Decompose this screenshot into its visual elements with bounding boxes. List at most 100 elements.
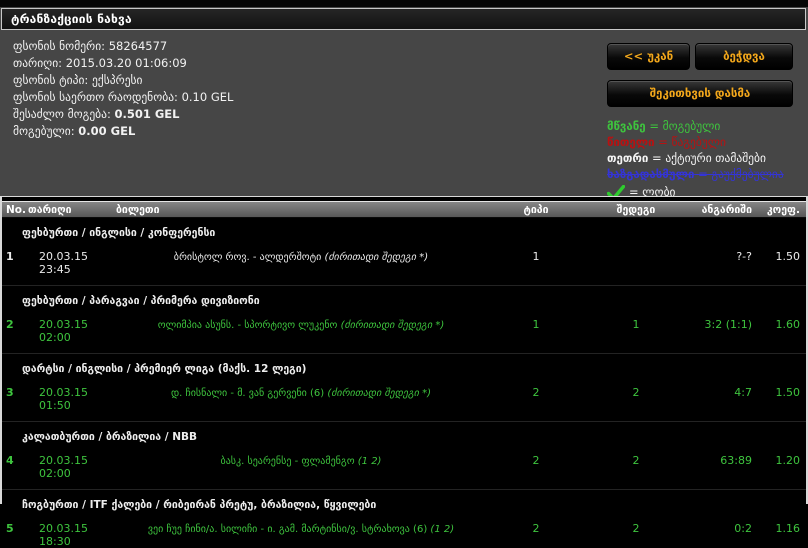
row-score: 63:89 xyxy=(720,454,752,467)
row-date: 20.03.15 23:45 xyxy=(39,250,88,276)
legend-cancelled-key: ხაზგადასმული xyxy=(607,167,695,181)
row-no: 2 xyxy=(6,318,14,331)
row-result: 2 xyxy=(632,454,640,467)
row-type: 1 xyxy=(532,318,540,331)
table-row: 3 20.03.15 01:50 დ. ჩისნალი - მ. ვან გერ… xyxy=(2,386,806,412)
bets-table: No. თარიღი ბილეთი ტიპი შედეგი ანგარიში კ… xyxy=(0,196,808,548)
table-row: 2 20.03.15 02:00 ოლიმპია ასუნს. - სპორტი… xyxy=(2,318,806,344)
legend-lost: წითელი = წაგებული xyxy=(607,134,793,150)
row-coef: 1.20 xyxy=(775,454,801,467)
row-result: 2 xyxy=(632,522,640,535)
row-no: 4 xyxy=(6,454,14,467)
possible-win-label: შესაძლო მოგება: xyxy=(13,107,111,121)
ask-question-button[interactable]: შეკითხვის დასმა xyxy=(607,80,793,107)
won-label: მოგებული: xyxy=(13,124,75,138)
bet-market-note: (1 2) xyxy=(357,456,382,467)
league-header: დარტსი / ინგლისი / პრემიერ ლიგა (მაქს. 1… xyxy=(22,363,307,375)
legend-won-key: მწვანე xyxy=(607,119,646,133)
row-score: 0:2 xyxy=(734,522,752,535)
bet-amount-label: ფსონის საერთო რაოდენობა: xyxy=(13,90,178,104)
legend-cancelled-text: = გაუქმებულია xyxy=(698,167,784,181)
bet-group: ფეხბურთი / ინგლისი / კონფერენსი 1 20.03.… xyxy=(2,218,806,276)
table-header: No. თარიღი ბილეთი ტიპი შედეგი ანგარიში კ… xyxy=(2,201,806,218)
top-strip xyxy=(0,0,808,7)
match-name: ვეი ჩუე ჩინი/ა. სილიჩი - ი. გამ. მარტინს… xyxy=(147,524,428,535)
legend-won: მწვანე = მოგებული xyxy=(607,118,793,134)
row-date: 20.03.15 02:00 xyxy=(39,318,88,344)
legend: მწვანე = მოგებული წითელი = წაგებული თეთრ… xyxy=(607,118,793,200)
row-no: 1 xyxy=(6,250,14,263)
col-no: No. xyxy=(6,203,26,216)
row-type: 2 xyxy=(532,386,540,399)
legend-cancelled: ხაზგადასმული = გაუქმებულია xyxy=(607,166,793,182)
bet-group: დარტსი / ინგლისი / პრემიერ ლიგა (მაქს. 1… xyxy=(2,353,806,412)
row-ticket: დ. ჩისნალი - მ. ვან გერვენი (6) (ძირითად… xyxy=(116,386,486,401)
row-ticket: ბასკ. სეარენსე - ფლამენგო (1 2) xyxy=(116,454,486,469)
row-ticket: ბრისტოლ როვ. - ალდერშოტი (ძირითადი შედეგ… xyxy=(116,250,486,265)
league-header: ფეხბურთი / ინგლისი / კონფერენსი xyxy=(22,227,216,239)
row-date: 20.03.15 01:50 xyxy=(39,386,88,412)
legend-active-key: თეთრი xyxy=(607,151,649,165)
row-date: 20.03.15 18:30 xyxy=(39,522,88,548)
row-no: 5 xyxy=(6,522,14,535)
row-date: 20.03.15 02:00 xyxy=(39,454,88,480)
bet-group: კალათბურთი / ბრაზილია / NBB 4 20.03.15 0… xyxy=(2,421,806,480)
row-score: 3:2 (1:1) xyxy=(704,318,753,331)
bet-date-label: თარიღი: xyxy=(13,56,63,70)
col-type: ტიპი xyxy=(523,203,549,216)
table-row: 1 20.03.15 23:45 ბრისტოლ როვ. - ალდერშოტ… xyxy=(2,250,806,276)
bet-amount-value: 0.10 GEL xyxy=(181,90,234,104)
col-coef: კოეფ. xyxy=(766,203,800,216)
col-result: შედეგი xyxy=(616,203,656,216)
back-button[interactable]: << უკან xyxy=(607,43,690,70)
league-header: ჩოგბურთი / ITF ქალები / რიბეირან პრეტუ, … xyxy=(22,499,377,511)
page-title: ტრანზაქციის ნახვა xyxy=(1,8,806,30)
row-coef: 1.60 xyxy=(775,318,801,331)
col-date: თარიღი xyxy=(28,203,72,216)
possible-win-value: 0.501 GEL xyxy=(114,107,180,121)
bet-date-value: 2015.03.20 01:06:09 xyxy=(65,56,187,70)
match-name: ბასკ. სეარენსე - ფლამენგო xyxy=(220,456,355,467)
legend-won-text: = მოგებული xyxy=(649,119,721,133)
row-score: 4:7 xyxy=(734,386,752,399)
row-result: 1 xyxy=(632,318,640,331)
row-type: 2 xyxy=(532,454,540,467)
bet-type-label: ფსონის ტიპი: xyxy=(13,73,89,87)
match-name: ოლიმპია ასუნს. - სპორტივო ლუკენო xyxy=(157,320,338,331)
row-coef: 1.16 xyxy=(775,522,801,535)
bet-market-note: (ძირითადი შედეგი *) xyxy=(327,388,432,399)
row-coef: 1.50 xyxy=(775,250,801,263)
row-no: 3 xyxy=(6,386,14,399)
league-header: ფეხბურთი / პარაგვაი / პრიმერა დივიზიონი xyxy=(22,295,260,307)
table-row: 4 20.03.15 02:00 ბასკ. სეარენსე - ფლამენ… xyxy=(2,454,806,480)
match-name: ბრისტოლ როვ. - ალდერშოტი xyxy=(173,252,322,263)
bet-market-note: (1 2) xyxy=(430,524,455,535)
league-header: კალათბურთი / ბრაზილია / NBB xyxy=(22,431,197,443)
legend-active-text: = აქტიური თამაშები xyxy=(652,151,766,165)
actions-panel: << უკან ბეჭდვა შეკითხვის დასმა მწვანე = … xyxy=(607,43,793,200)
bet-market-note: (ძირითადი შედეგი *) xyxy=(340,320,445,331)
bet-number-value: 58264577 xyxy=(108,39,168,53)
bet-number-label: ფსონის ნომერი: xyxy=(13,39,106,53)
col-score: ანგარიში xyxy=(701,203,752,216)
transaction-panel: ტრანზაქციის ნახვა ფსონის ნომერი: 5826457… xyxy=(0,0,808,200)
legend-active: თეთრი = აქტიური თამაშები xyxy=(607,150,793,166)
bet-market-note: (ძირითადი შედეგი *) xyxy=(324,252,429,263)
won-value: 0.00 GEL xyxy=(78,124,136,138)
legend-lost-key: წითელი xyxy=(607,135,655,149)
row-ticket: ოლიმპია ასუნს. - სპორტივო ლუკენო (ძირითა… xyxy=(116,318,486,333)
row-type: 2 xyxy=(532,522,540,535)
table-row: 5 20.03.15 18:30 ვეი ჩუე ჩინი/ა. სილიჩი … xyxy=(2,522,806,548)
legend-lost-text: = წაგებული xyxy=(658,135,726,149)
col-ticket: ბილეთი xyxy=(116,203,160,216)
print-button[interactable]: ბეჭდვა xyxy=(695,43,793,70)
bet-group: ფეხბურთი / პარაგვაი / პრიმერა დივიზიონი … xyxy=(2,285,806,344)
bet-type-value: ექსპრესი xyxy=(91,73,143,87)
match-name: დ. ჩისნალი - მ. ვან გერვენი (6) xyxy=(170,388,325,399)
row-ticket: ვეი ჩუე ჩინი/ა. სილიჩი - ი. გამ. მარტინს… xyxy=(116,522,486,537)
row-coef: 1.50 xyxy=(775,386,801,399)
row-result: 2 xyxy=(632,386,640,399)
row-type: 1 xyxy=(532,250,540,263)
bet-group: ჩოგბურთი / ITF ქალები / რიბეირან პრეტუ, … xyxy=(2,489,806,548)
row-score: ?-? xyxy=(736,250,752,263)
